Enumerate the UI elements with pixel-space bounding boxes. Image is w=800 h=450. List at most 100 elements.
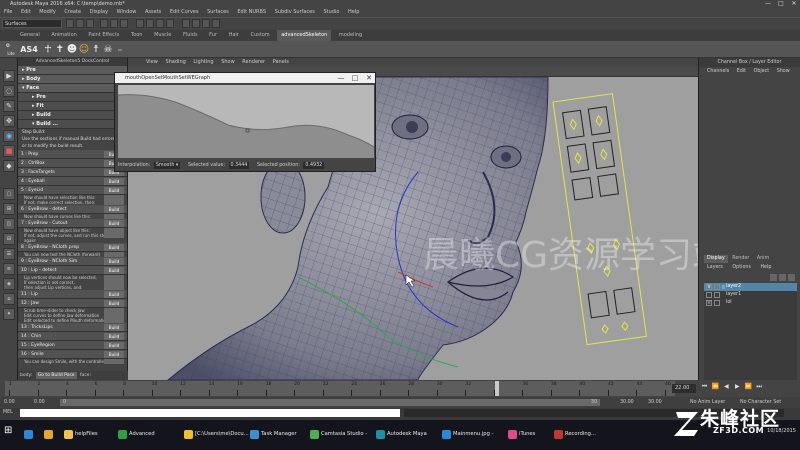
taskbar-app-button[interactable]: Recording... <box>552 423 608 445</box>
vp-menu-shading[interactable]: Shading <box>165 59 185 65</box>
snap-curve-icon[interactable] <box>146 19 154 28</box>
snap-grid-icon[interactable] <box>136 19 144 28</box>
layer-playback-toggle[interactable] <box>714 300 720 306</box>
last-tool-icon[interactable]: ◆ <box>3 160 15 172</box>
shelf-extra-icon[interactable]: ▭ <box>114 43 126 56</box>
menu-assets[interactable]: Assets <box>145 9 161 15</box>
shelf-tab-custom[interactable]: Custom <box>246 30 273 41</box>
build-step-button[interactable]: Build <box>104 220 124 227</box>
current-frame-marker[interactable] <box>495 381 499 396</box>
graph-minimize-button[interactable]: — <box>335 73 347 83</box>
layout-side-icon[interactable]: ◫ <box>3 218 15 230</box>
taskbar-app-button[interactable]: [C:\Users\me\Docu... <box>182 423 249 445</box>
play-forward-button[interactable]: ▶ <box>733 383 742 390</box>
shelf-tab-toon[interactable]: Toon <box>127 30 147 41</box>
shelf-tab-general[interactable]: General <box>16 30 44 41</box>
layer-playback-toggle[interactable] <box>714 292 720 298</box>
layer-visibility-toggle[interactable]: V <box>706 284 712 290</box>
current-frame-field[interactable]: 22.00 <box>672 384 696 393</box>
layer-visibility-toggle[interactable]: V <box>706 300 712 306</box>
layer-playback-toggle[interactable] <box>714 284 720 290</box>
move-tool-icon[interactable]: ✥ <box>3 115 15 127</box>
build-step-button[interactable]: Build <box>104 267 124 274</box>
layout-graph-icon[interactable]: ≋ <box>3 263 15 275</box>
menu-surfaces[interactable]: Surfaces <box>207 9 229 15</box>
shelf-smiley-icon[interactable]: ☺ <box>78 43 90 56</box>
play-backward-button[interactable]: ◀ <box>722 383 731 390</box>
save-scene-icon[interactable] <box>86 19 94 28</box>
fold-face[interactable]: ▾ Face <box>18 84 127 93</box>
graph-maximize-button[interactable]: □ <box>349 73 361 83</box>
new-layer-icon[interactable] <box>788 274 795 281</box>
taskbar-app-button[interactable] <box>22 423 38 445</box>
layer-tab-anim[interactable]: Anim <box>754 255 772 263</box>
build-step-button[interactable]: Build <box>104 258 124 265</box>
cb-menu-edit[interactable]: Edit <box>737 69 746 74</box>
select-component-icon[interactable] <box>120 19 128 28</box>
menu-edit-curves[interactable]: Edit Curves <box>170 9 199 15</box>
shelf-skull-icon[interactable]: ☠ <box>102 43 114 56</box>
taskbar-app-button[interactable]: iTunes <box>506 423 548 445</box>
open-scene-icon[interactable] <box>76 19 84 28</box>
render-icon[interactable] <box>192 19 200 28</box>
select-tool-icon[interactable]: ▶ <box>3 70 15 82</box>
taskbar-app-button[interactable]: Task Manager <box>248 423 304 445</box>
layer-tab-display[interactable]: Display <box>704 255 728 263</box>
body-build-pose-button[interactable]: Go to Build Pose <box>35 372 77 379</box>
windows-start-icon[interactable]: ⊞ <box>4 425 16 437</box>
cb-menu-show[interactable]: Show <box>777 69 790 74</box>
build-step-button[interactable]: Build <box>104 300 124 307</box>
build-step-note-button[interactable] <box>104 359 124 364</box>
menu-modify[interactable]: Modify <box>39 9 56 15</box>
menu-help[interactable]: Help <box>348 9 359 15</box>
interpolation-dropdown[interactable]: Smooth ▾ <box>153 162 181 169</box>
menu-create[interactable]: Create <box>64 9 81 15</box>
cb-menu-channels[interactable]: Channels <box>707 69 729 74</box>
menu-subdiv[interactable]: Subdiv Surfaces <box>275 9 315 15</box>
graph-window-titlebar[interactable]: mouthOpenSetMouthSetWEGraph — □ ✕ <box>115 73 375 83</box>
ramp-graph-area[interactable] <box>118 85 374 158</box>
scale-tool-icon[interactable]: ■ <box>3 145 15 157</box>
step-forward-button[interactable]: ⏩ <box>744 383 753 390</box>
layout-single-icon[interactable]: ▢ <box>3 188 15 200</box>
vp-menu-view[interactable]: View <box>146 59 158 65</box>
minimize-button[interactable]: — <box>762 0 774 8</box>
layout-persp-icon[interactable]: ⌂ <box>3 293 15 305</box>
fold-pre[interactable]: ▸ Pre <box>18 66 127 75</box>
build-step-button[interactable]: Build <box>104 351 124 358</box>
shelf-face-icon[interactable]: ☻ <box>66 43 78 56</box>
mel-input[interactable] <box>20 409 400 417</box>
ipr-render-icon[interactable] <box>202 19 210 28</box>
selected-position-field[interactable]: 0.4932 <box>303 162 325 169</box>
paint-select-icon[interactable]: ✎ <box>3 100 15 112</box>
build-step-button[interactable]: Build <box>104 244 124 251</box>
layer-row[interactable]: V layer2 <box>704 283 797 291</box>
layer-down-icon[interactable] <box>779 274 786 281</box>
subfold-build-more[interactable]: ▾ Build ... <box>18 120 127 129</box>
layer-color-swatch[interactable] <box>722 285 725 289</box>
layout-four-icon[interactable]: ⊞ <box>3 203 15 215</box>
cb-menu-object[interactable]: Object <box>754 69 770 74</box>
step-back-button[interactable]: ⏪ <box>711 383 720 390</box>
build-step-button[interactable]: Build <box>104 187 124 194</box>
shelf-tab-painteffects[interactable]: Paint Effects <box>84 30 123 41</box>
close-button[interactable]: ✕ <box>788 0 800 8</box>
shelf-joint-icon[interactable]: ☨ <box>90 43 102 56</box>
graph-close-button[interactable]: ✕ <box>363 73 375 83</box>
build-step-button[interactable]: Build <box>104 333 124 340</box>
menu-edit-nurbs[interactable]: Edit NURBS <box>237 9 266 15</box>
subfold-pre[interactable]: ▸ Pre <box>18 93 127 102</box>
vp-menu-panels[interactable]: Panels <box>273 59 289 65</box>
shelf-tab-advancedskeleton[interactable]: advancedSkeleton <box>277 30 332 41</box>
build-step-button[interactable]: Build <box>104 291 124 298</box>
layer-row[interactable]: layer1 <box>704 291 797 299</box>
menuset-dropdown[interactable]: Surfaces <box>2 19 62 28</box>
menu-file[interactable]: File <box>4 9 12 15</box>
layer-menu-help[interactable]: Help <box>757 265 771 270</box>
layer-row[interactable]: V lol <box>704 299 797 307</box>
maximize-button[interactable]: □ <box>775 0 787 8</box>
shelf-tab-muscle[interactable]: Muscle <box>150 30 175 41</box>
render-settings-icon[interactable] <box>212 19 220 28</box>
vp-menu-show[interactable]: Show <box>221 59 235 65</box>
go-to-end-button[interactable]: ⏭ <box>755 383 764 391</box>
